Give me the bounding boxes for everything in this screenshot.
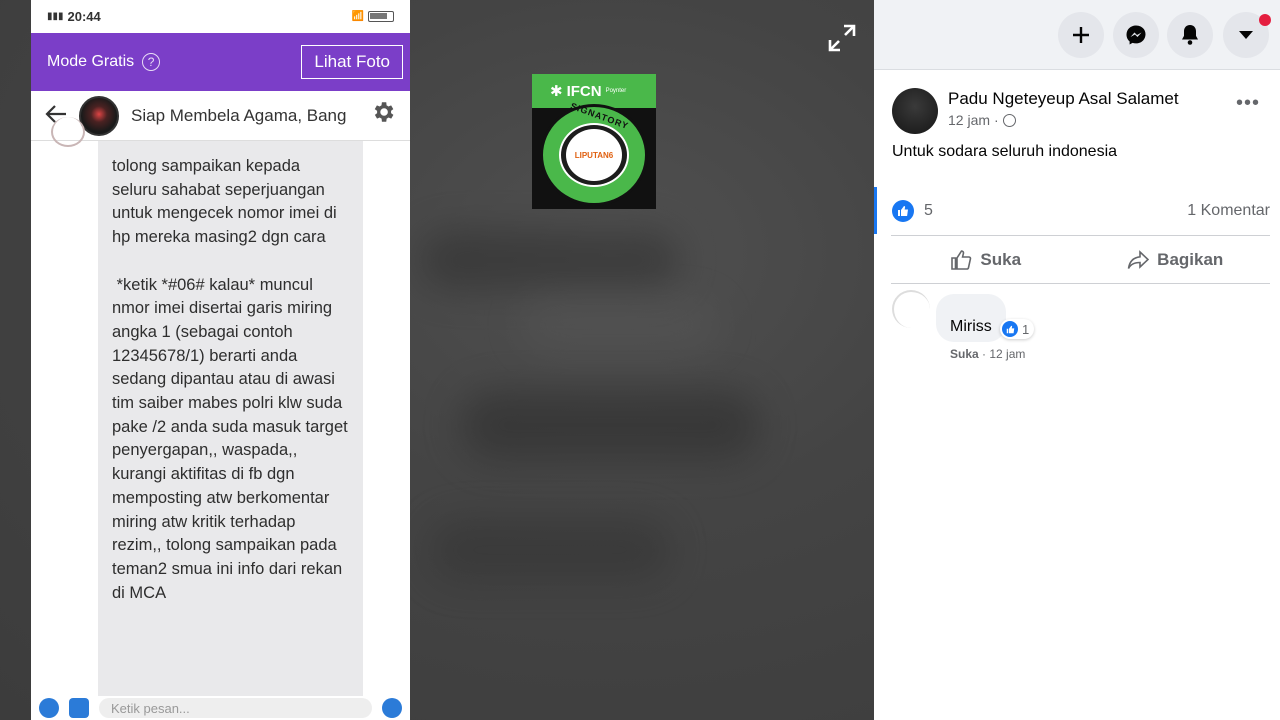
comment-text: Miriss [950, 318, 992, 335]
ifcn-title: IFCN [566, 82, 602, 100]
help-icon[interactable]: ? [142, 53, 161, 71]
like-reaction-icon [1002, 321, 1018, 337]
expand-icon[interactable] [826, 22, 858, 54]
poynter-label: Poynter [605, 88, 627, 94]
signal-icon: ▮▮▮ [47, 11, 64, 22]
time-separator: · [994, 112, 999, 128]
camera-icon[interactable] [39, 698, 59, 718]
divider [891, 283, 1270, 284]
star-icon: ✱ [550, 83, 563, 100]
free-mode-label: Mode Gratis [47, 53, 135, 70]
thumbs-up-icon [951, 250, 972, 270]
divider [891, 235, 1270, 236]
share-icon [1127, 250, 1150, 269]
post-header: Padu Ngeteyeup Asal Salamet 12 jam · [892, 88, 1179, 134]
message-bubble: tolong sampaikan kepada seluru sahabat s… [98, 141, 363, 696]
chat-header: Siap Membela Agama, Bang [31, 91, 410, 141]
more-options-icon[interactable]: ••• [1236, 92, 1260, 115]
post-time[interactable]: 12 jam [948, 112, 990, 128]
screen: ▮▮▮ 20:44 📶 Mode Gratis ? Lihat Foto Sia… [0, 0, 1280, 720]
battery-icon [368, 11, 394, 22]
like-label: Suka [980, 250, 1022, 269]
wifi-icon: 📶 [351, 11, 364, 22]
reaction-summary: 5 1 Komentar [892, 200, 1270, 222]
notification-dot [1259, 14, 1271, 26]
bell-icon[interactable] [1167, 12, 1213, 58]
share-label: Bagikan [1157, 250, 1224, 269]
like-count[interactable]: 5 [924, 202, 933, 220]
share-button[interactable]: Bagikan [1081, 237, 1271, 283]
globe-icon [1002, 113, 1016, 127]
phone-screenshot: ▮▮▮ 20:44 📶 Mode Gratis ? Lihat Foto Sia… [31, 0, 410, 720]
free-mode-banner: Mode Gratis ? Lihat Foto [31, 33, 410, 91]
chat-title[interactable]: Siap Membela Agama, Bang [131, 106, 358, 126]
view-photo-button[interactable]: Lihat Foto [301, 45, 403, 79]
comment-count[interactable]: 1 Komentar [1187, 202, 1270, 220]
sender-avatar [51, 117, 85, 147]
signatory-ring: SIGNATORY LIPUTAN6 [540, 101, 648, 206]
like-button[interactable]: Suka [891, 237, 1081, 283]
post-timestamp: 12 jam · [948, 112, 1179, 128]
post-side-panel: Padu Ngeteyeup Asal Salamet 12 jam · •••… [874, 0, 1280, 720]
ifcn-signatory-badge: ✱ IFCN Poynter SIGNATORY LIPUTAN6 [532, 74, 656, 209]
phone-status-bar: ▮▮▮ 20:44 📶 [31, 0, 410, 33]
comment-like-link[interactable]: Suka [950, 347, 979, 361]
message-input[interactable]: Ketik pesan... [99, 698, 372, 718]
badge-inner-circle: LIPUTAN6 [559, 123, 629, 187]
like-reaction-icon[interactable] [892, 200, 914, 222]
chat-body: tolong sampaikan kepada seluru sahabat s… [31, 117, 410, 696]
comment-meta-separator: · [982, 347, 987, 361]
top-navigation [874, 0, 1280, 70]
image-icon[interactable] [69, 698, 89, 718]
author-avatar[interactable] [892, 88, 938, 134]
status-time: 20:44 [67, 9, 101, 24]
badge-logo-area: LIPUTAN6 [566, 129, 622, 181]
message-composer: Ketik pesan... [31, 696, 410, 720]
liputan6-logo: LIPUTAN6 [574, 150, 614, 160]
commenter-avatar[interactable] [892, 290, 930, 328]
comment-reaction[interactable]: 1 [1000, 319, 1035, 339]
post-text: Untuk sodara seluruh indonesia [892, 143, 1118, 160]
comment-reaction-count: 1 [1022, 321, 1030, 337]
chat-avatar[interactable] [79, 95, 119, 136]
comment-time[interactable]: 12 jam [989, 347, 1025, 361]
comment-meta: Suka · 12 jam [950, 347, 1025, 361]
emoji-icon[interactable] [382, 698, 402, 718]
gear-icon[interactable] [370, 99, 396, 132]
focus-accent-bar [874, 187, 877, 234]
post-actions: Suka Bagikan [891, 237, 1270, 283]
ifcn-header: ✱ IFCN Poynter [532, 74, 656, 108]
plus-icon[interactable] [1058, 12, 1104, 58]
author-name[interactable]: Padu Ngeteyeup Asal Salamet [948, 89, 1179, 109]
messenger-icon[interactable] [1113, 12, 1159, 58]
